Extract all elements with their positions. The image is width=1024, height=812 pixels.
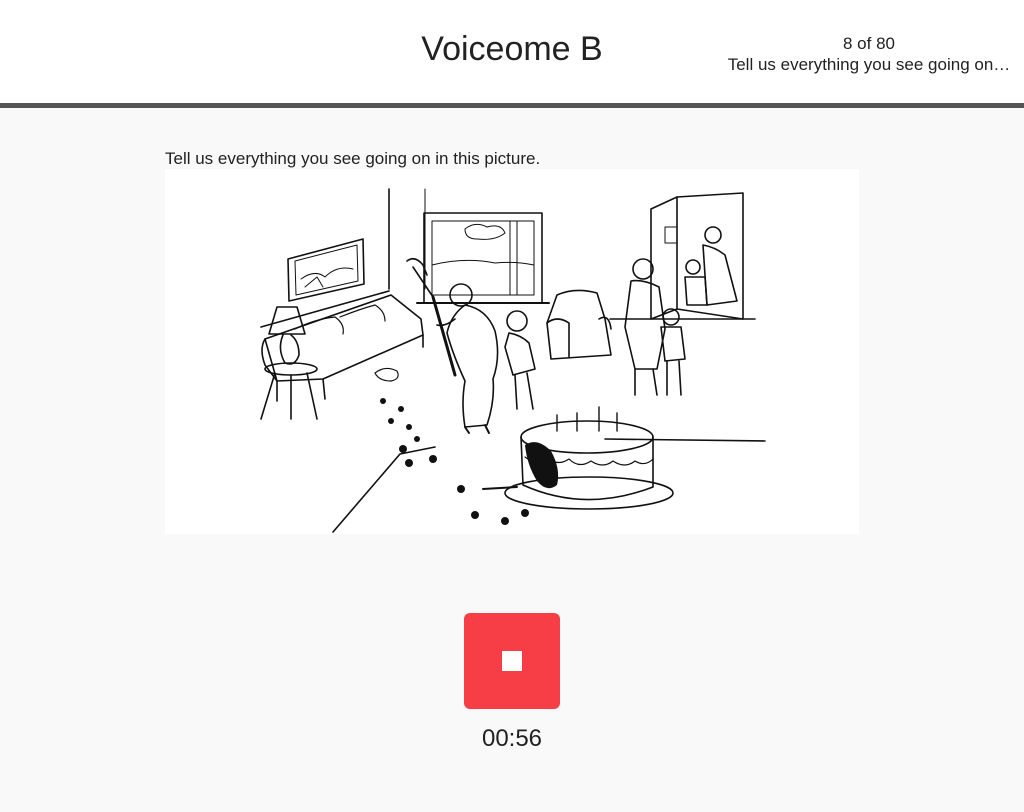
birthday-cake <box>504 406 674 510</box>
stop-recording-button[interactable] <box>464 613 560 709</box>
prompt-text: Tell us everything you see going on in t… <box>165 149 541 168</box>
armchair <box>546 289 612 360</box>
cookie-theft-style-picture <box>165 169 859 534</box>
progress-subtitle: Tell us everything you see going on… <box>727 55 1011 74</box>
stop-square-icon <box>502 651 522 671</box>
app-header: Voiceome B 8 of 80 Tell us everything yo… <box>0 0 1024 108</box>
wall-painting-left <box>287 238 365 302</box>
visiting-family <box>624 258 686 396</box>
woman-with-broom <box>406 257 499 434</box>
task-progress: 8 of 80 Tell us everything you see going… <box>714 33 1024 75</box>
sofa <box>261 294 424 402</box>
paw-prints <box>380 398 529 525</box>
progress-counter: 8 of 80 <box>843 34 895 53</box>
boy <box>504 310 536 410</box>
window <box>416 212 550 304</box>
recording-timer: 00:56 <box>481 725 543 752</box>
doorway <box>650 192 744 320</box>
